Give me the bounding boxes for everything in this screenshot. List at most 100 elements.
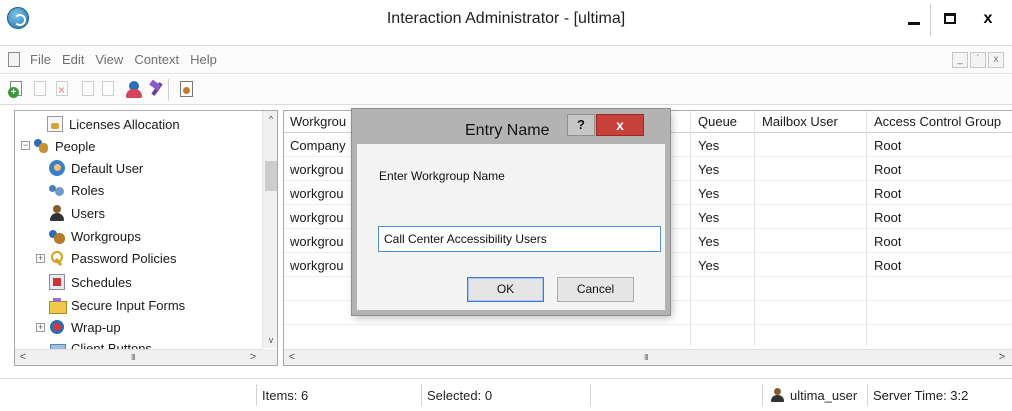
mdi-close-button[interactable]: x — [988, 52, 1004, 68]
tree-expander-password-policies[interactable]: + — [36, 254, 45, 263]
status-items-count: Items: 6 — [262, 388, 309, 403]
dialog-prompt: Enter Workgroup Name — [379, 169, 505, 183]
tree-item-default-user[interactable]: Default User — [49, 157, 143, 179]
delete-button[interactable]: × — [54, 80, 72, 98]
cancel-button[interactable]: Cancel — [557, 277, 634, 302]
close-icon: x — [983, 10, 993, 27]
workgroup-name-input[interactable] — [378, 226, 661, 252]
dialog-help-button[interactable]: ? — [567, 114, 595, 136]
tree-item-wrap-up[interactable]: Wrap-up — [49, 316, 121, 338]
tree-scroll-grip[interactable]: III — [131, 353, 136, 362]
cell-access-control-group: Root — [874, 162, 902, 177]
roles-icon — [49, 182, 65, 198]
scroll-up-icon[interactable]: ^ — [263, 111, 277, 127]
status-user: ultima_user — [790, 388, 858, 403]
cell-access-control-group: Root — [874, 186, 902, 201]
tree-item-label: Users — [71, 205, 105, 221]
dialog-title-bar[interactable]: Entry Name ? x — [357, 114, 665, 144]
people-button[interactable] — [125, 80, 143, 98]
maximize-button[interactable] — [930, 4, 970, 36]
column-header-access-control-group[interactable]: Access Control Group — [874, 114, 1012, 129]
column-header-queue[interactable]: Queue — [698, 114, 737, 129]
grid-scroll-grip[interactable]: III — [644, 353, 649, 362]
status-server-time: Server Time: 3:2 — [873, 388, 969, 403]
tree-item-licenses-allocation[interactable]: Licenses Allocation — [47, 113, 180, 135]
tree-item-password-policies[interactable]: Password Policies — [49, 247, 177, 269]
status-selected-count: Selected: 0 — [427, 388, 493, 403]
document-icon[interactable] — [8, 52, 20, 67]
status-separator — [762, 384, 763, 406]
cell-queue: Yes — [698, 186, 720, 201]
cell-access-control-group: Root — [874, 138, 902, 153]
dialog-title: Entry Name — [465, 122, 550, 139]
menu-edit[interactable]: Edit — [62, 52, 84, 67]
mdi-restore-button[interactable]: ´ — [970, 52, 986, 68]
paste-icon — [102, 81, 114, 96]
status-separator — [256, 384, 257, 406]
menu-help[interactable]: Help — [190, 52, 217, 67]
delete-x-icon: × — [58, 83, 66, 97]
tree-item-workgroups[interactable]: Workgroups — [49, 225, 141, 247]
column-header-workgroup[interactable]: Workgrou — [290, 114, 354, 129]
mdi-minimize-button[interactable]: _ — [952, 52, 968, 68]
cell-access-control-group: Root — [874, 234, 902, 249]
menu-view[interactable]: View — [95, 52, 123, 67]
workgroups-icon — [49, 228, 65, 244]
grid-horizontal-scrollbar[interactable]: < III > — [284, 349, 1012, 365]
scrollbar-corner — [262, 349, 277, 365]
license-icon — [47, 116, 63, 132]
dialog-close-button[interactable]: x — [596, 114, 644, 136]
edit-icon — [34, 81, 46, 96]
tree-item-users[interactable]: Users — [49, 202, 105, 224]
scroll-down-icon[interactable]: v — [263, 332, 277, 348]
minimize-button[interactable] — [894, 4, 934, 36]
cell-queue: Yes — [698, 162, 720, 177]
tree-vertical-scrollbar[interactable]: ^ v — [262, 111, 277, 348]
column-header-mailbox-user[interactable]: Mailbox User — [762, 114, 838, 129]
edit-button[interactable] — [32, 80, 50, 98]
scroll-right-icon[interactable]: > — [245, 350, 261, 365]
pin-button[interactable] — [148, 79, 166, 98]
scroll-right-icon[interactable]: > — [994, 350, 1010, 365]
tree-item-label: Wrap-up — [71, 319, 121, 335]
status-bar: Items: 6 Selected: 0 ultima_user Server … — [0, 378, 1012, 411]
tree-item-label: People — [55, 138, 96, 154]
people-icon — [33, 138, 49, 154]
tree-item-label: Password Policies — [71, 250, 177, 266]
cell-workgroup-name: Company — [290, 138, 346, 153]
menu-file[interactable]: File — [30, 52, 51, 67]
tree-item-label: Licenses Allocation — [69, 116, 180, 132]
people-body-icon — [126, 89, 142, 98]
secure-forms-icon — [49, 297, 67, 314]
password-icon — [49, 250, 65, 266]
close-button[interactable]: x — [968, 4, 1008, 36]
tree-horizontal-scrollbar[interactable]: < III > — [15, 349, 262, 365]
status-separator — [867, 384, 868, 406]
new-button[interactable]: + — [8, 80, 26, 98]
menu-bar: File Edit View Context Help _ ´ x — [0, 46, 1012, 74]
default-user-icon — [49, 160, 65, 176]
plus-icon: + — [8, 87, 19, 98]
toolbar-separator — [168, 79, 169, 101]
tree-expander-wrap-up[interactable]: + — [36, 323, 45, 332]
scroll-left-icon[interactable]: < — [15, 350, 31, 365]
tree-item-people[interactable]: People — [33, 135, 95, 157]
tree-item-schedules[interactable]: Schedules — [49, 271, 132, 293]
tree-item-roles[interactable]: Roles — [49, 179, 104, 201]
tree-expander-people[interactable]: − — [21, 141, 30, 150]
ok-button[interactable]: OK — [467, 277, 544, 302]
copy-button[interactable] — [80, 80, 98, 98]
tree-scroll-thumb[interactable] — [265, 161, 277, 191]
entry-name-dialog: Entry Name ? x Enter Workgroup Name OK C… — [352, 109, 670, 315]
paste-button[interactable] — [100, 80, 118, 98]
properties-button[interactable] — [178, 80, 196, 98]
menu-context[interactable]: Context — [134, 52, 179, 67]
maximize-icon — [944, 13, 956, 24]
tree-item-label: Default User — [71, 160, 144, 176]
tree-item-secure-input-forms[interactable]: Secure Input Forms — [49, 294, 185, 316]
tree-item-label: Secure Input Forms — [71, 297, 186, 313]
status-separator — [590, 384, 591, 406]
tree-item-label: Schedules — [71, 274, 132, 290]
scroll-left-icon[interactable]: < — [284, 350, 300, 365]
row-divider — [284, 324, 1012, 325]
